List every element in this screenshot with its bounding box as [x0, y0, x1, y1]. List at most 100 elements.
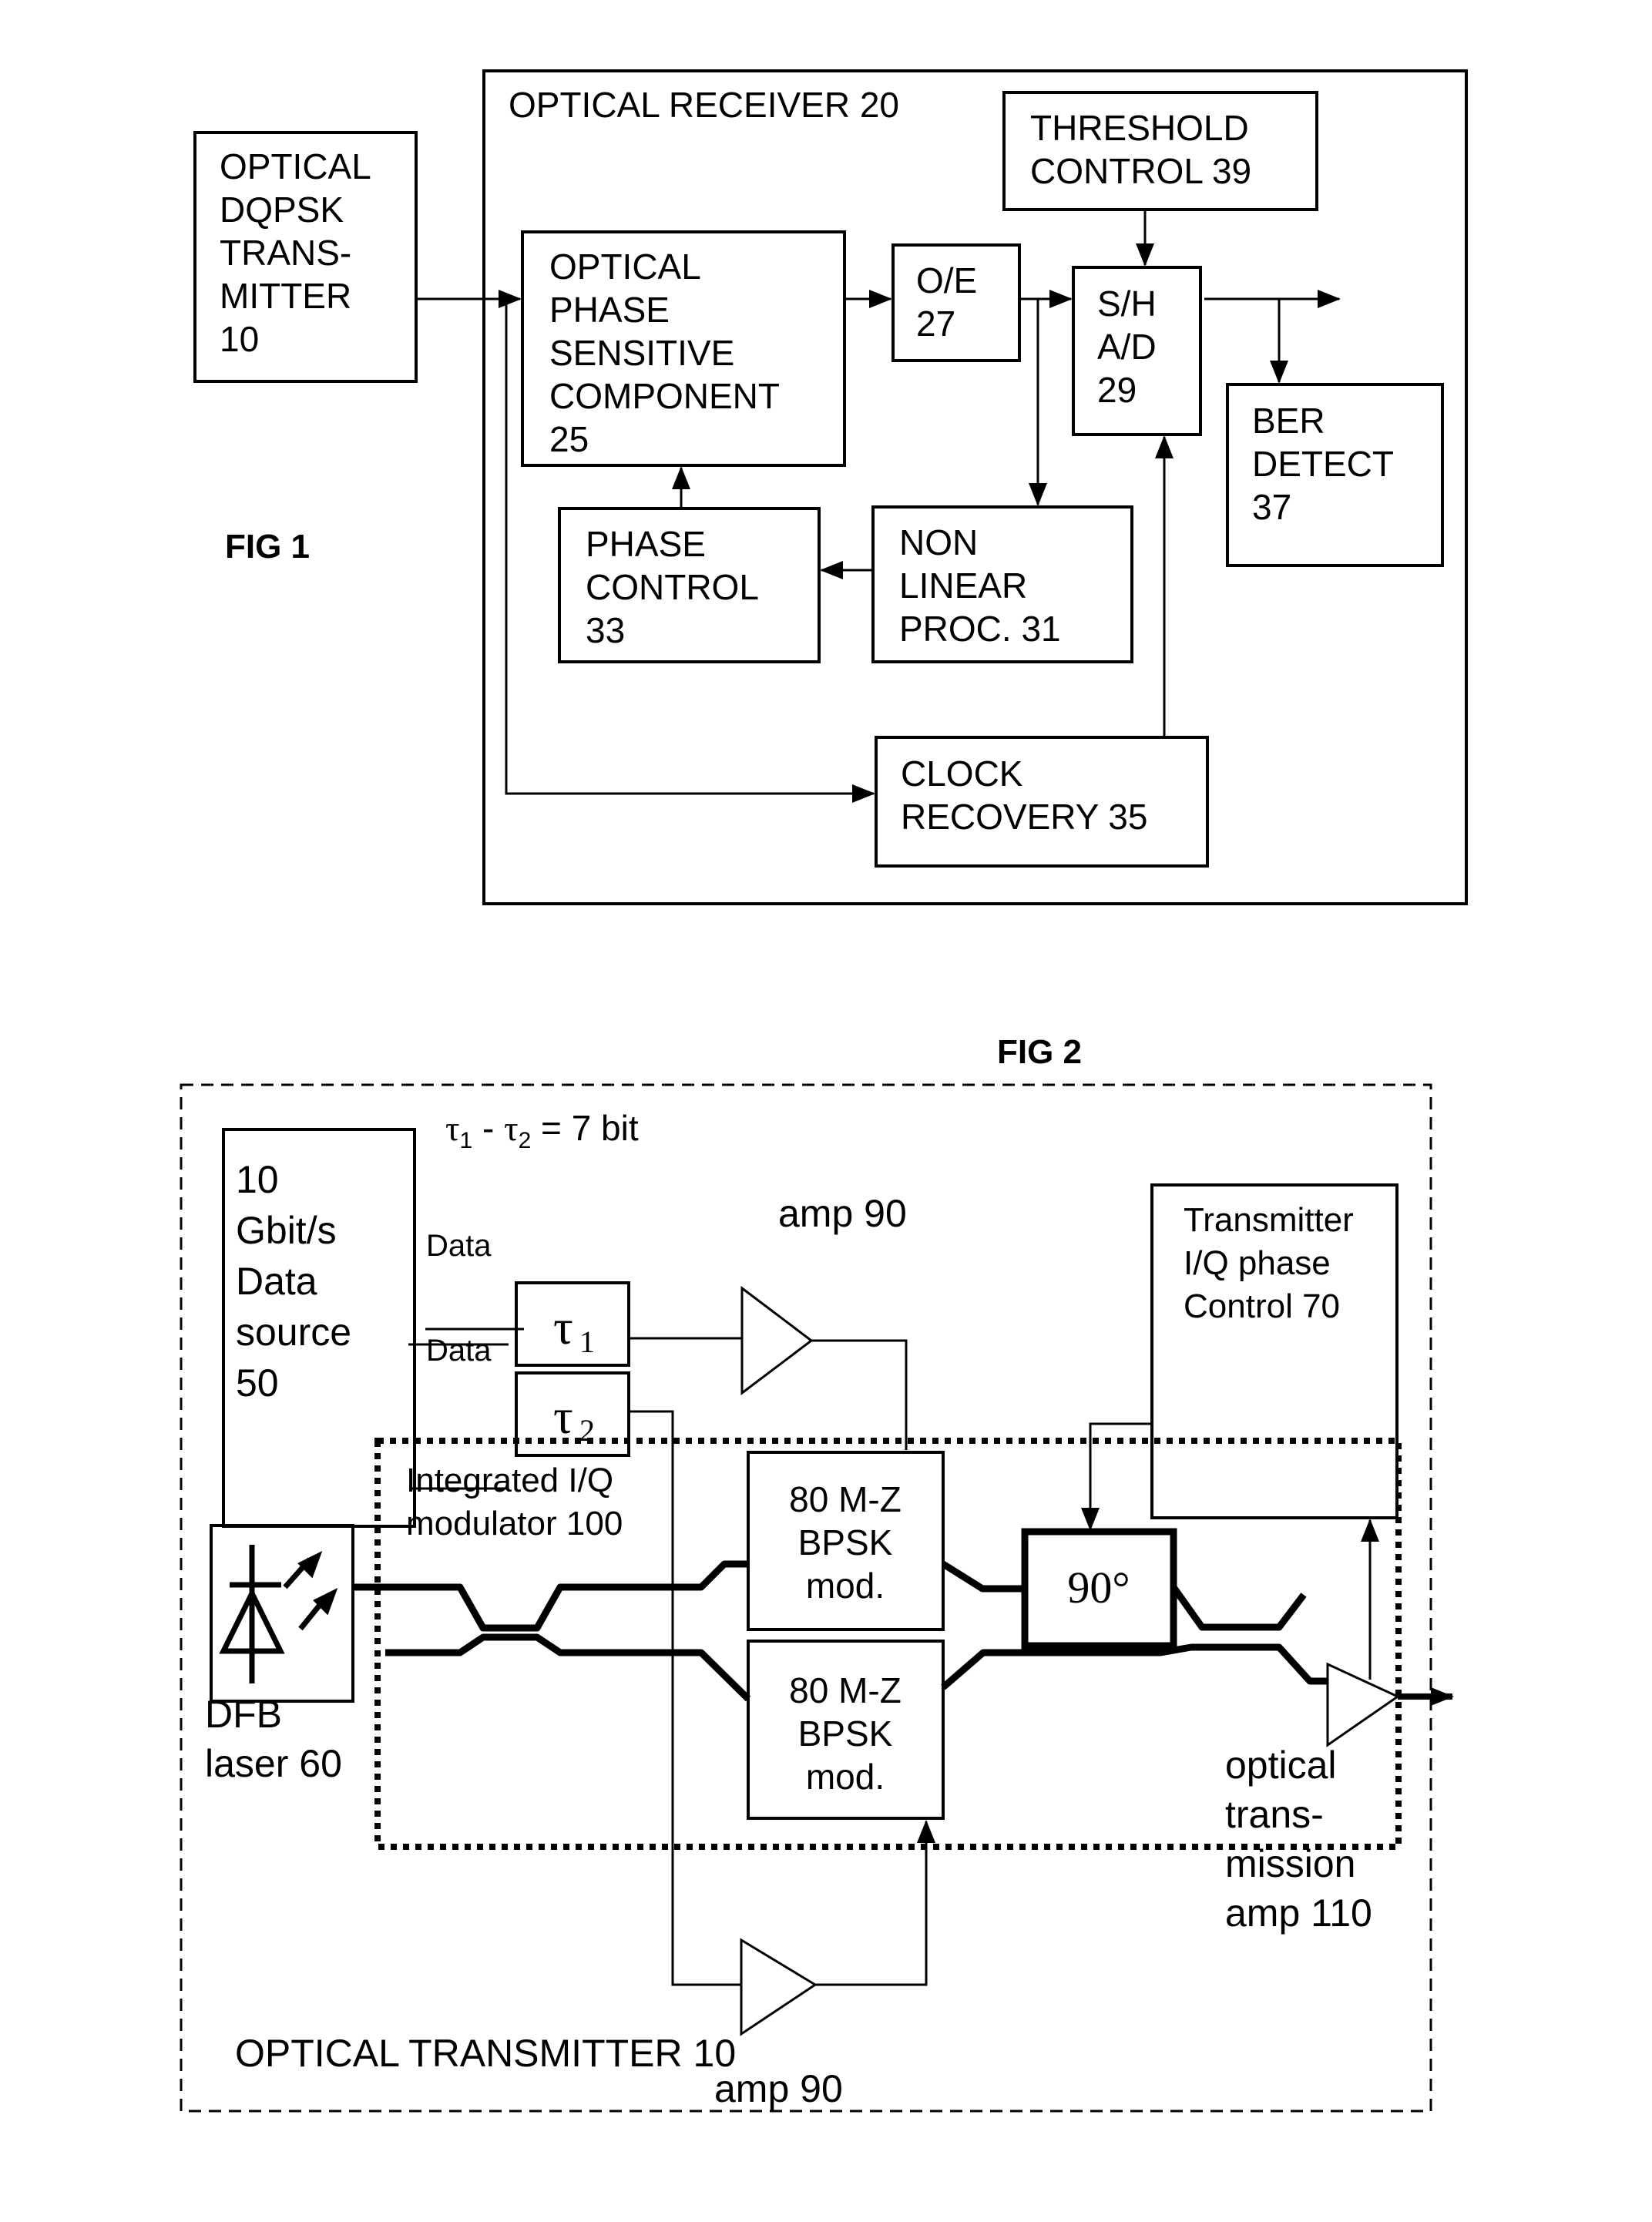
block-label: 29 [1097, 370, 1137, 410]
waveguide-combiner-upper [1170, 1585, 1307, 1631]
block-label: SENSITIVE [549, 333, 734, 373]
block-label: Control 70 [1184, 1287, 1340, 1325]
block-label: BPSK [798, 1713, 893, 1754]
integrated-modulator-label: Integrated I/Q [406, 1462, 613, 1499]
optical-transmitter-title: OPTICAL TRANSMITTER 10 [235, 2032, 736, 2075]
amplifier-bottom-icon [740, 1938, 818, 2036]
waveguide-combiner-lower [941, 1643, 1328, 1690]
clock-recovery-block: CLOCK RECOVERY 35 [875, 736, 1209, 868]
data-output-label: Data [426, 1229, 492, 1263]
block-label: 50 [236, 1361, 279, 1405]
block-label: OPTICAL [220, 146, 371, 186]
block-label: 27 [916, 304, 955, 344]
block-label: 80 M-Z [789, 1479, 902, 1519]
block-label: 80 M-Z [789, 1670, 902, 1710]
data-source-block: 10 Gbit/s Data source 50 [222, 1128, 416, 1528]
block-label: Gbit/s [236, 1209, 337, 1252]
tau-symbol: τ [553, 1300, 573, 1354]
block-label: Transmitter [1184, 1201, 1354, 1239]
block-label: PHASE [549, 290, 670, 330]
tau-symbol: τ [504, 1109, 519, 1148]
waveguide-upper-arm [353, 1560, 748, 1632]
block-label: DETECT [1252, 444, 1394, 484]
ber-detect-block: BER DETECT 37 [1226, 383, 1444, 567]
amp-to-mz-top-line [811, 1339, 908, 1450]
block-label: trans- [1225, 1793, 1324, 1836]
block-label: mod. [806, 1757, 885, 1797]
patent-figure-sheet: FIG 1 OPTICAL RECEIVER 20 OPTICAL DQPSK … [180, 69, 1468, 2113]
block-label: A/D [1097, 327, 1157, 367]
subscript: 1 [579, 1324, 595, 1359]
optical-receiver-title: OPTICAL RECEIVER 20 [509, 85, 899, 125]
block-label: mod. [806, 1566, 885, 1606]
block-label: O/E [916, 260, 977, 300]
block-label: TRANS- [220, 233, 351, 273]
block-label: 10 [220, 319, 259, 359]
waveguide-mz-top-to-shifter [941, 1561, 1025, 1593]
block-label: 25 [549, 419, 589, 459]
laser-diode-icon [219, 1545, 338, 1683]
block-label: LINEAR [899, 566, 1027, 606]
block-label: BPSK [798, 1522, 893, 1562]
dfb-label: laser 60 [205, 1742, 342, 1785]
phase-sensitive-component-block: OPTICAL PHASE SENSITIVE COMPONENT 25 [521, 230, 846, 467]
block-label: 10 [236, 1158, 279, 1201]
phase-control-block: PHASE CONTROL 33 [558, 507, 821, 663]
block-label: PHASE [586, 524, 706, 564]
phase-shifter-90-block: 90° [1021, 1528, 1177, 1650]
block-label: S/H [1097, 284, 1157, 324]
block-label: I/Q phase [1184, 1244, 1331, 1282]
fig1: FIG 1 OPTICAL RECEIVER 20 OPTICAL DQPSK … [193, 69, 1468, 905]
fig1-label: FIG 1 [225, 528, 310, 566]
block-label: PROC. 31 [899, 609, 1061, 649]
phase-shift-label: 90° [1067, 1562, 1130, 1613]
data-inverted-label: Data [426, 1334, 492, 1368]
block-label: optical [1225, 1744, 1337, 1787]
block-label: DQPSK [220, 190, 344, 230]
minus: - [472, 1108, 504, 1148]
block-label: OPTICAL [549, 247, 701, 287]
mz-modulator-bottom-block: 80 M-Z BPSK mod. [747, 1640, 945, 1820]
block-label: CONTROL 39 [1030, 151, 1251, 191]
optical-amp-label: optical trans- mission amp 110 [1225, 1744, 1372, 1935]
block-label: CONTROL [586, 567, 759, 607]
nonlinear-processor-block: NON LINEAR PROC. 31 [871, 505, 1133, 663]
sample-hold-ad-block: S/H A/D 29 [1072, 266, 1202, 436]
amp-top-label: amp 90 [778, 1192, 907, 1235]
block-label: mission [1225, 1842, 1355, 1885]
dfb-laser-block: DFB laser 60 [205, 1524, 354, 1785]
subscript: 2 [519, 1128, 532, 1153]
block-label: BER [1252, 401, 1325, 441]
tau2-to-amp-line [629, 1410, 741, 1986]
fig2-optical-waveguides [353, 1560, 1454, 1706]
waveguide-lower-arm [385, 1633, 751, 1702]
block-label: THRESHOLD [1030, 108, 1249, 148]
block-label: 37 [1252, 487, 1291, 527]
fig2: FIG 2 OPTICAL TRANSMITTER 10 τ1 - τ2 = 7… [180, 1033, 1454, 2113]
amp-bottom-label: amp 90 [714, 2067, 843, 2110]
equation-rest: = 7 bit [531, 1108, 639, 1148]
block-label: 33 [586, 610, 625, 650]
oe-converter-block: O/E 27 [891, 243, 1021, 362]
integrated-modulator-label: modulator 100 [406, 1505, 623, 1542]
optical-amplifier-icon [1326, 1662, 1401, 1747]
fig2-label: FIG 2 [997, 1033, 1082, 1071]
mz-modulator-top-block: 80 M-Z BPSK mod. [747, 1451, 945, 1631]
block-label: MITTER [220, 276, 351, 316]
block-label: source [236, 1311, 351, 1354]
block-label: RECOVERY 35 [901, 797, 1147, 837]
dqpsk-transmitter-block: OPTICAL DQPSK TRANS- MITTER 10 [193, 131, 418, 383]
block-label: CLOCK [901, 754, 1023, 794]
tau1-delay-block: τ 1 [515, 1281, 630, 1367]
threshold-control-block: THRESHOLD CONTROL 39 [1002, 91, 1318, 211]
amplifier-top-icon [740, 1285, 814, 1396]
iq-phase-control-block: Transmitter I/Q phase Control 70 [1150, 1183, 1398, 1519]
block-label: COMPONENT [549, 376, 780, 416]
tau-delay-equation: τ1 - τ2 = 7 bit [445, 1108, 639, 1153]
block-label: amp 110 [1225, 1891, 1372, 1935]
tau-symbol: τ [445, 1109, 460, 1148]
block-label: Data [236, 1260, 317, 1303]
tau-symbol: τ [553, 1389, 573, 1444]
block-label: NON [899, 522, 978, 562]
subscript: 1 [460, 1128, 473, 1153]
